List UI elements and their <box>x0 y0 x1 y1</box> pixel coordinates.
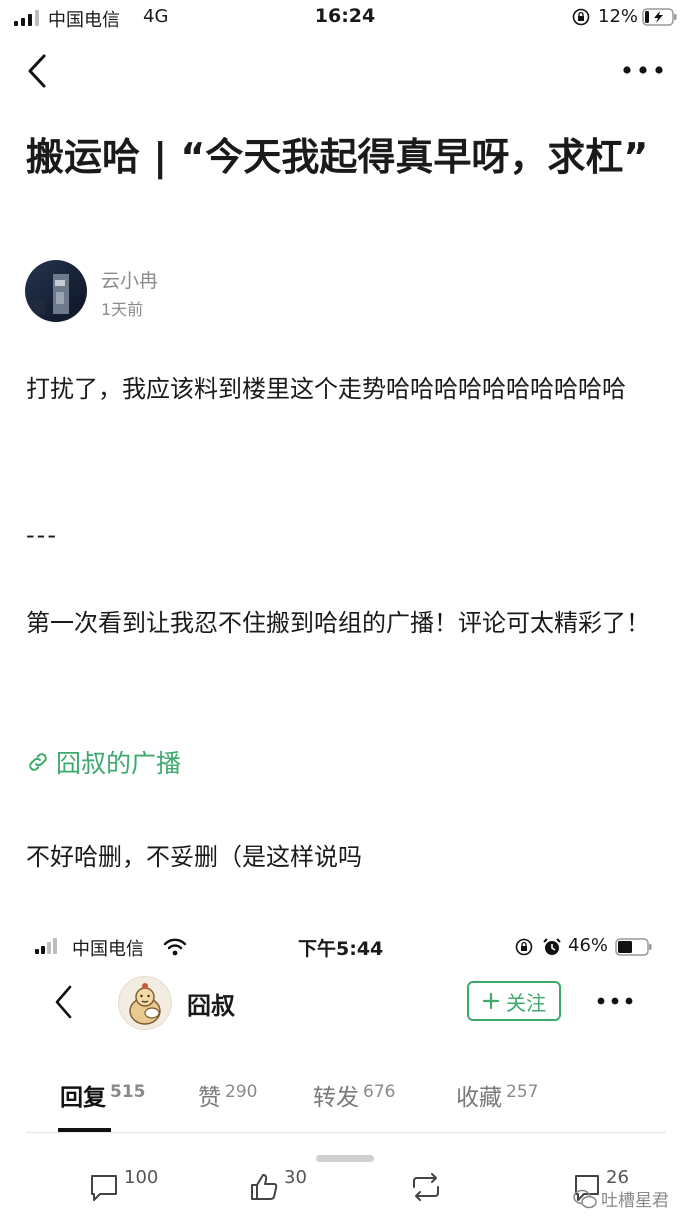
embedded-back-icon[interactable] <box>50 982 76 1022</box>
tab-reshares[interactable]: 转发 676 <box>313 1078 395 1112</box>
thumbs-up-icon <box>251 1174 278 1200</box>
watermark-text: 吐槽星君 <box>601 1191 669 1211</box>
tab-label: 转发 <box>313 1085 359 1111</box>
comment-count: 100 <box>124 1167 159 1188</box>
post-timestamp: 1天前 <box>101 300 144 319</box>
embedded-user-avatar[interactable] <box>118 976 172 1030</box>
tab-count: 290 <box>225 1082 258 1102</box>
wechat-icon <box>573 1189 597 1208</box>
embedded-user-name[interactable]: 囧叔 <box>187 986 235 1021</box>
embedded-carrier: 中国电信 <box>72 939 144 960</box>
like-button[interactable]: 30 <box>248 1167 307 1203</box>
plus-icon <box>482 992 500 1010</box>
embedded-signal-icon <box>35 938 57 954</box>
tab-count: 515 <box>110 1082 146 1102</box>
post-title: 搬运哈 | “今天我起得真早呀，求杠” <box>26 135 649 179</box>
battery-icon <box>615 938 652 956</box>
alarm-clock-icon <box>543 938 561 955</box>
battery-percent: 12% <box>598 6 639 27</box>
drag-handle[interactable] <box>316 1155 374 1162</box>
broadcast-link[interactable]: 囧叔的广播 <box>26 744 181 780</box>
tab-label: 赞 <box>198 1085 221 1111</box>
comment-icon <box>91 1175 117 1201</box>
watermark: 吐槽星君 <box>573 1186 669 1211</box>
back-chevron-icon[interactable] <box>22 50 52 92</box>
status-bar: 中国电信 4G 16:24 12% <box>0 0 690 36</box>
follow-button-label: 关注 <box>506 990 546 1015</box>
tab-replies[interactable]: 回复 515 <box>60 1078 146 1112</box>
tab-count: 676 <box>363 1082 396 1102</box>
embedded-tabs: 回复 515 赞 290 转发 676 收藏 257 <box>60 1078 660 1128</box>
tab-likes[interactable]: 赞 290 <box>198 1078 257 1112</box>
embedded-more-icon[interactable] <box>595 992 635 1010</box>
repost-icon <box>413 1173 439 1201</box>
wifi-icon <box>163 938 187 956</box>
follow-button[interactable]: 关注 <box>467 981 561 1021</box>
broadcast-link-label: 囧叔的广播 <box>56 749 182 778</box>
rotation-lock-icon <box>572 8 590 26</box>
tab-count: 257 <box>506 1082 539 1102</box>
tab-label: 收藏 <box>456 1085 502 1111</box>
tabs-divider <box>26 1132 666 1133</box>
like-count: 30 <box>284 1167 307 1188</box>
author-name[interactable]: 云小冉 <box>101 266 158 293</box>
reshare-button[interactable] <box>408 1171 444 1203</box>
author-avatar[interactable] <box>25 260 87 322</box>
embedded-battery-percent: 46% <box>568 935 609 956</box>
body-paragraph: 打扰了，我应该料到楼里这个走势哈哈哈哈哈哈哈哈哈哈 <box>26 375 626 403</box>
battery-charging-icon <box>642 8 677 26</box>
body-paragraph: 不好哈删，不妥删（是这样说吗 <box>26 843 362 871</box>
comment-button[interactable]: 100 <box>88 1167 158 1203</box>
embedded-clock: 下午5:44 <box>298 938 384 960</box>
tab-collections[interactable]: 收藏 257 <box>456 1078 538 1112</box>
body-paragraph: 第一次看到让我忍不住搬到哈组的广播！评论可太精彩了！ <box>26 609 650 637</box>
tab-label: 回复 <box>60 1085 106 1111</box>
collect-count: 26 <box>606 1167 629 1188</box>
link-icon <box>29 753 47 771</box>
separator-text: --- <box>26 521 58 549</box>
more-options-icon[interactable] <box>620 58 666 82</box>
rotation-lock-icon <box>515 938 533 956</box>
